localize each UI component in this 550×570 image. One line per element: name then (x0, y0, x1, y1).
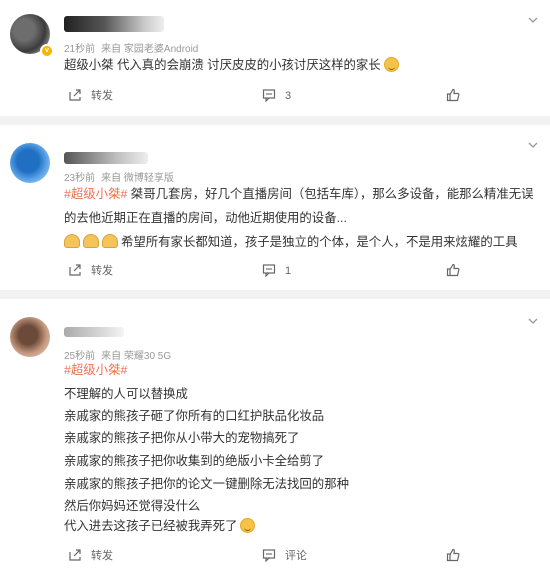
comment-meta: 21秒前 来自 家园老婆Android (64, 40, 204, 55)
chevron-down-icon[interactable] (528, 137, 538, 148)
grin-emoji-icon (240, 518, 256, 533)
comment-icon (262, 89, 276, 103)
comment-icon (262, 549, 276, 563)
comment-text-line: 亲戚家的熊孩子把你收集到的绝版小卡全给剪了 (64, 450, 324, 472)
comment-count: 3 (285, 90, 292, 102)
username-blurred[interactable] (64, 327, 124, 337)
share-button[interactable]: 转发 (68, 88, 113, 104)
comment-card: 25秒前 来自 荣耀30 5G #超级小桀# 不理解的人可以替换成 亲戚家的熊孩子… (0, 299, 550, 570)
chevron-down-icon[interactable] (528, 12, 538, 23)
avatar[interactable] (10, 143, 50, 183)
comment-text-line: 然后你妈妈还觉得没什么 (64, 495, 200, 517)
share-label: 转发 (91, 550, 113, 562)
like-button[interactable] (446, 88, 469, 104)
username-blurred[interactable] (64, 152, 148, 164)
pray-emoji-icon (102, 234, 118, 248)
comment-text: 亲戚家的熊孩子把你收集到的绝版小卡全给剪了 (64, 454, 325, 468)
comment-text: 然后你妈妈还觉得没什么 (64, 499, 201, 513)
comment-text-line: 亲戚家的熊孩子把你从小带大的宠物搞死了 (64, 427, 299, 449)
like-button[interactable] (446, 548, 469, 564)
comment-card: 23秒前 来自 微博轻享版 #超级小桀# 桀哥几套房，好几个直播房间（包括车库），… (0, 125, 550, 290)
comment-text-line: #超级小桀# (64, 359, 127, 381)
comment-label: 评论 (285, 550, 307, 562)
username-blurred[interactable] (64, 16, 164, 32)
comment-button[interactable]: 评论 (262, 548, 307, 564)
comment-text-line: #超级小桀# 桀哥几套房，好几个直播房间（包括车库），那么多设备，能那么精准无误 (64, 183, 534, 205)
comment-text: 亲戚家的熊孩子把你从小带大的宠物搞死了 (64, 431, 300, 445)
comment-text: 不理解的人可以替换成 (64, 387, 188, 401)
comment-text-line: 不理解的人可以替换成 (64, 383, 188, 405)
hashtag-link[interactable]: #超级小桀# (64, 363, 127, 377)
comment-text-line: 代入进去这孩子已经被我弄死了 (64, 515, 256, 537)
hashtag-link[interactable]: #超级小桀# (64, 187, 127, 201)
comment-text: 的去他近期正在直播的房间，动他近期使用的设备... (64, 211, 347, 225)
comment-count: 1 (285, 265, 292, 277)
thumbs-up-icon (446, 548, 460, 562)
share-label: 转发 (91, 265, 113, 277)
comment-text: 超级小桀 代入真的会崩溃 讨厌皮皮的小孩讨厌这样的家长 (64, 58, 381, 72)
share-button[interactable]: 转发 (68, 548, 113, 564)
comment-text-line: 的去他近期正在直播的房间，动他近期使用的设备... (64, 207, 347, 229)
comment-button[interactable]: 1 (262, 263, 291, 279)
pray-emoji-icon (83, 234, 99, 248)
share-label: 转发 (91, 90, 113, 102)
chevron-down-icon[interactable] (528, 313, 538, 324)
share-icon (69, 89, 81, 101)
share-button[interactable]: 转发 (68, 263, 113, 279)
comment-text: 希望所有家长都知道，孩子是独立的个体，是个人，不是用来炫耀的工具 (121, 235, 518, 249)
comment-button[interactable]: 3 (262, 88, 291, 104)
comment-icon (262, 264, 276, 278)
comment-text: 桀哥几套房，好几个直播房间（包括车库），那么多设备，能那么精准无误 (127, 187, 534, 201)
verified-badge-icon: v (40, 44, 54, 58)
avatar[interactable] (10, 317, 50, 357)
comment-text: 亲戚家的熊孩子砸了你所有的口红护肤品化妆品 (64, 409, 325, 423)
comment-text-line: 希望所有家长都知道，孩子是独立的个体，是个人，不是用来炫耀的工具 (64, 231, 518, 253)
comment-text-line: 亲戚家的熊孩子砸了你所有的口红护肤品化妆品 (64, 405, 324, 427)
comment-text-line: 亲戚家的熊孩子把你的论文一键删除无法找回的那种 (64, 473, 349, 495)
comment-text: 亲戚家的熊孩子把你的论文一键删除无法找回的那种 (64, 477, 349, 491)
smile-emoji-icon (383, 57, 399, 72)
comment-card: v 21秒前 来自 家园老婆Android 超级小桀 代入真的会崩溃 讨厌皮皮的小… (0, 0, 550, 116)
share-icon (69, 549, 81, 561)
thumbs-up-icon (446, 88, 460, 102)
comment-text: 代入进去这孩子已经被我弄死了 (64, 519, 238, 533)
comment-text-line: 超级小桀 代入真的会崩溃 讨厌皮皮的小孩讨厌这样的家长 (64, 54, 399, 76)
share-icon (69, 264, 81, 276)
comment-meta: 23秒前 来自 微博轻享版 (64, 169, 180, 184)
thumbs-up-icon (446, 263, 460, 277)
like-button[interactable] (446, 263, 469, 279)
pray-emoji-icon (64, 234, 80, 248)
